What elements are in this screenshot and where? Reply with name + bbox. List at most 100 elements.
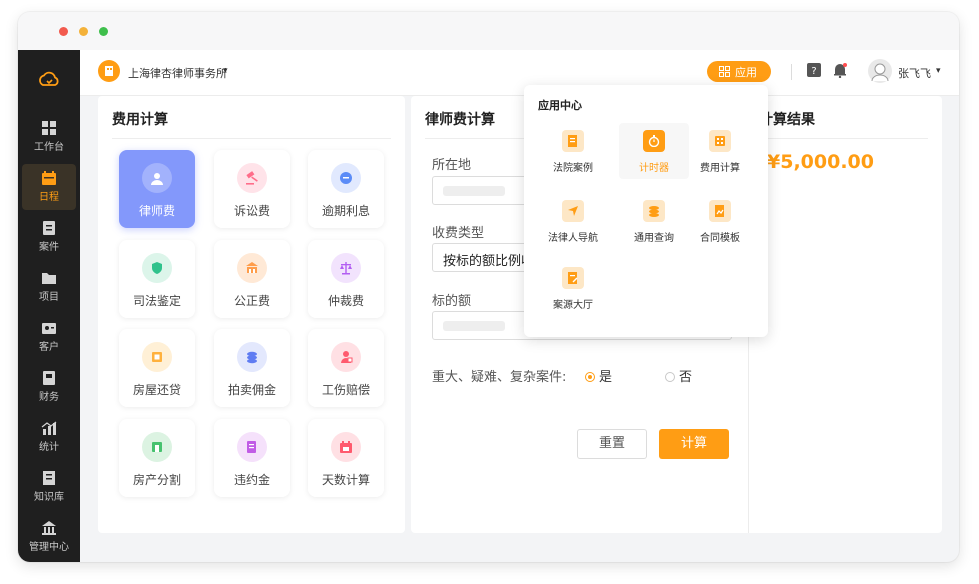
avatar[interactable] — [868, 59, 892, 83]
sidebar-item-label: 案件 — [39, 242, 59, 253]
stats-icon — [41, 421, 57, 435]
app-label: 合同模板 — [700, 233, 740, 244]
calendar-icon — [42, 171, 56, 185]
tile-label: 逾期利息 — [321, 204, 370, 218]
app-label: 法院案例 — [553, 163, 593, 174]
bell-icon[interactable] — [832, 62, 848, 78]
injury-icon — [331, 342, 361, 372]
admin-icon — [42, 521, 56, 535]
divider — [759, 138, 928, 139]
court-case-icon — [562, 130, 584, 152]
tile-penalty[interactable]: 违约金 — [214, 419, 290, 497]
sidebar-item-finance[interactable]: 财务 — [22, 364, 76, 410]
firm-logo-icon — [98, 60, 120, 82]
query-icon — [643, 200, 665, 222]
sidebar-item-projects[interactable]: 项目 — [22, 264, 76, 310]
tile-litigation-fee[interactable]: 诉讼费 — [214, 150, 290, 228]
location-label: 所在地 — [432, 158, 472, 173]
sidebar-item-stats[interactable]: 统计 — [22, 414, 76, 460]
dashboard-icon — [42, 121, 56, 135]
chevron-down-icon[interactable]: ▾ — [936, 66, 941, 76]
calculator-icon — [709, 130, 731, 152]
sidebar-item-admin[interactable]: 管理中心 — [22, 514, 76, 560]
coin-icon — [331, 163, 361, 193]
apps-grid-icon — [719, 66, 730, 77]
tile-label: 律师费 — [138, 204, 175, 218]
tile-injury-compensation[interactable]: 工伤赔偿 — [308, 329, 384, 407]
tile-judicial-appraisal[interactable]: 司法鉴定 — [119, 240, 195, 318]
tile-label: 房产分割 — [132, 473, 181, 487]
tile-overdue-interest[interactable]: 逾期利息 — [308, 150, 384, 228]
app-court-cases[interactable]: 法院案例 — [538, 123, 608, 179]
app-legal-navigation[interactable]: 法律人导航 — [538, 193, 608, 249]
contract-template-icon — [709, 200, 731, 222]
property-icon — [142, 432, 172, 462]
case-icon — [43, 221, 55, 235]
fee-calc-panel: 费用计算 律师费 诉讼费 逾期利息 司法鉴定 公正费 仲裁费 房屋还贷 拍卖佣金… — [98, 96, 405, 533]
tile-notary-fee[interactable]: 公正费 — [214, 240, 290, 318]
apps-button-label: 应用 — [735, 66, 757, 79]
dropdown-title: 应用中心 — [538, 99, 582, 112]
app-contract-template[interactable]: 合同模板 — [685, 193, 755, 249]
radio-dot — [665, 372, 675, 382]
apps-button[interactable]: 应用 — [707, 61, 771, 82]
calculate-button[interactable]: 计算 — [659, 429, 729, 459]
navigation-icon — [562, 200, 584, 222]
radio-no[interactable]: 否 — [665, 366, 692, 385]
tile-label: 诉讼费 — [233, 204, 270, 218]
radio-yes[interactable]: 是 — [585, 366, 612, 385]
close-window-button[interactable] — [59, 27, 68, 36]
app-general-query[interactable]: 通用查询 — [619, 193, 689, 249]
panel-title: 费用计算 — [112, 112, 168, 128]
tile-mortgage-repayment[interactable]: 房屋还贷 — [119, 329, 195, 407]
app-timer[interactable]: 计时器 — [619, 123, 689, 179]
client-icon — [42, 323, 56, 334]
chevron-down-icon[interactable]: ▾ — [223, 66, 228, 76]
scale-icon — [331, 253, 361, 283]
maximize-window-button[interactable] — [99, 27, 108, 36]
firm-selector[interactable]: 上海律杏律师事务所 — [128, 65, 227, 81]
minimize-window-button[interactable] — [79, 27, 88, 36]
timer-icon — [643, 130, 665, 152]
sidebar-item-label: 工作台 — [34, 142, 64, 153]
app-label: 费用计算 — [700, 163, 740, 174]
user-menu[interactable]: 张飞飞 — [898, 65, 931, 81]
fee-type-label: 收费类型 — [432, 226, 485, 241]
tile-lawyer-fee[interactable]: 律师费 — [119, 150, 195, 228]
field-placeholder — [443, 321, 505, 331]
tile-label: 房屋还贷 — [132, 383, 181, 397]
tile-label: 司法鉴定 — [132, 294, 181, 308]
reset-button[interactable]: 重置 — [577, 429, 647, 459]
app-center-dropdown: 应用中心 法院案例 计时器 费用计算 法律人导航 通用查询 合同模板 案源大厅 — [524, 85, 768, 337]
sidebar-item-cases[interactable]: 案件 — [22, 214, 76, 260]
building-icon — [237, 253, 267, 283]
sidebar-item-dashboard[interactable]: 工作台 — [22, 114, 76, 160]
radio-yes-label: 是 — [599, 370, 613, 385]
finance-icon — [43, 371, 55, 385]
app-label: 计时器 — [639, 163, 669, 174]
divider — [791, 64, 792, 80]
app-fee-calculation[interactable]: 费用计算 — [685, 123, 755, 179]
app-case-source-hall[interactable]: 案源大厅 — [538, 260, 608, 316]
case-source-icon — [562, 267, 584, 289]
tile-label: 违约金 — [233, 473, 270, 487]
sidebar-item-calendar[interactable]: 日程 — [22, 164, 76, 210]
panel-title: 律师费计算 — [425, 112, 495, 128]
folder-icon — [42, 273, 56, 284]
tile-property-division[interactable]: 房产分割 — [119, 419, 195, 497]
sidebar-item-label: 日程 — [39, 192, 59, 203]
sidebar-item-label: 管理中心 — [29, 542, 69, 553]
sidebar-item-label: 统计 — [39, 442, 59, 453]
tile-arbitration-fee[interactable]: 仲裁费 — [308, 240, 384, 318]
sidebar-item-knowledge[interactable]: 知识库 — [22, 464, 76, 510]
radio-no-label: 否 — [679, 370, 693, 385]
cloud-logo-icon[interactable] — [37, 68, 61, 92]
tile-label: 仲裁费 — [327, 294, 364, 308]
tile-auction-commission[interactable]: 拍卖佣金 — [214, 329, 290, 407]
sidebar-item-clients[interactable]: 客户 — [22, 314, 76, 360]
sidebar-item-label: 知识库 — [34, 492, 64, 503]
tile-label: 天数计算 — [321, 473, 370, 487]
tile-day-count[interactable]: 天数计算 — [308, 419, 384, 497]
help-icon[interactable]: ? — [807, 63, 821, 77]
tile-label: 拍卖佣金 — [227, 383, 276, 397]
